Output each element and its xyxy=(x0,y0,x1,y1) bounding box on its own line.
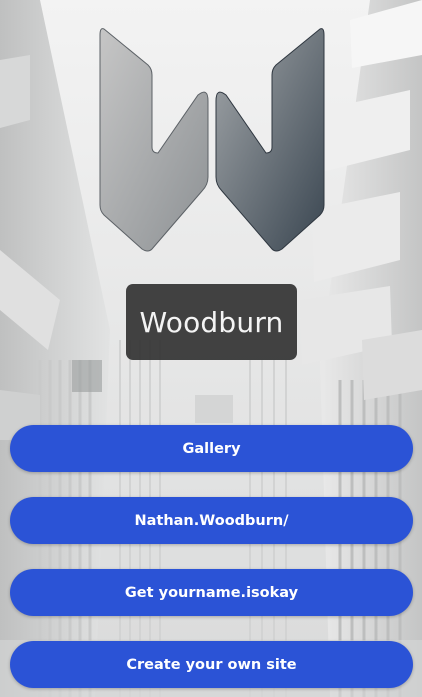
site-title: Woodburn xyxy=(139,305,284,339)
get-yourname-isokay-button[interactable]: Get yourname.isokay xyxy=(10,569,413,616)
site-title-box: Woodburn xyxy=(126,284,297,360)
w-logo-icon xyxy=(99,28,325,252)
nathan-woodburn-button[interactable]: Nathan.Woodburn/ xyxy=(10,497,413,544)
gallery-button[interactable]: Gallery xyxy=(10,425,413,472)
create-your-own-site-button[interactable]: Create your own site xyxy=(10,641,413,688)
